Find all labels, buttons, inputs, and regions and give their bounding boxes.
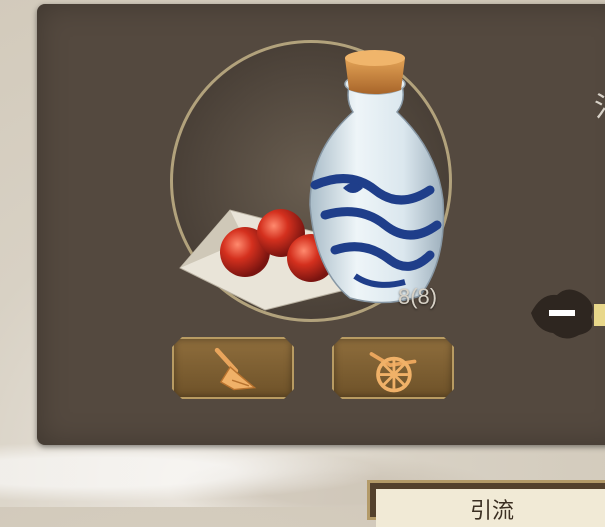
side-label: 氵 — [594, 85, 605, 125]
bottom-action-label: 引流 — [470, 499, 515, 524]
clean-button[interactable] — [172, 337, 294, 399]
broom-icon — [214, 347, 257, 391]
minus-icon[interactable] — [527, 285, 597, 341]
slider-track[interactable] — [594, 304, 605, 326]
cart-button[interactable] — [332, 337, 454, 399]
cart-wheel-icon — [369, 352, 417, 393]
item-count: 8(8) — [398, 284, 438, 309]
